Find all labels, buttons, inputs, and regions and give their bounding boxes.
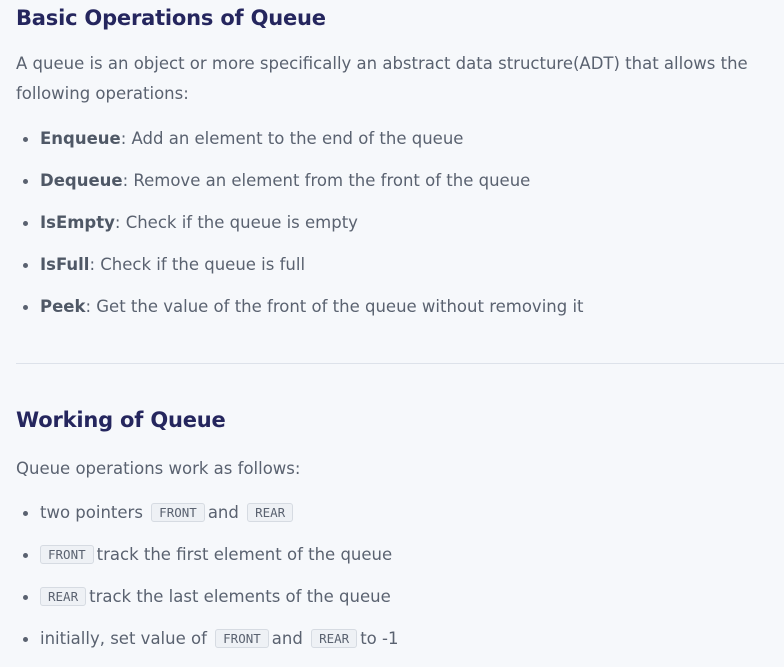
item-text: two pointers [40,503,143,522]
item-text: to -1 [360,629,399,648]
list-item-dequeue: Dequeue: Remove an element from the fron… [16,167,784,209]
section-divider [16,363,784,364]
code-front: FRONT [215,629,269,648]
list-item-rear: REAR track the last elements of the queue [16,583,784,625]
term: Dequeue [40,171,123,190]
code-front: FRONT [40,545,94,564]
item-text: initially, set value of [40,629,207,648]
term-description: : Get the value of the front of the queu… [85,297,584,316]
section-heading: Working of Queue [16,408,226,432]
code-front: FRONT [151,503,205,522]
list-item-isempty: IsEmpty: Check if the queue is empty [16,209,784,251]
list-item-isfull: IsFull: Check if the queue is full [16,251,784,293]
code-rear: REAR [247,503,294,522]
bullet-dot [23,595,28,600]
item-text: and [207,503,239,522]
term: IsEmpty [40,213,115,232]
term-description: : Check if the queue is full [89,255,306,274]
list-item-pointers: two pointers FRONT and REAR [16,499,784,541]
item-text: track the last elements of the queue [89,587,391,606]
section-heading: Basic Operations of Queue [16,6,326,30]
term-description: : Check if the queue is empty [114,213,358,232]
intro-paragraph: A queue is an object or more specificall… [16,54,748,103]
list-item-enqueue: Enqueue: Add an element to the end of th… [16,125,784,167]
bullet-dot [23,553,28,558]
term: Peek [40,297,86,316]
item-text: and [271,629,303,648]
bullet-dot [23,637,28,642]
term: Enqueue [40,129,121,148]
article-content: Basic Operations of Queue A queue is an … [0,0,784,661]
code-rear: REAR [40,587,87,606]
bullet-dot [23,179,28,184]
code-rear: REAR [311,629,358,648]
working-list: two pointers FRONT and REAR FRONT track th… [16,499,784,667]
working-of-queue-section: Working of Queue Queue operations work a… [16,402,784,667]
item-text: track the first element of the queue [96,545,393,564]
bullet-dot [23,511,28,516]
intro-paragraph: Queue operations work as follows: [16,459,301,478]
bullet-dot [23,137,28,142]
term-description: : Remove an element from the front of th… [122,171,531,190]
term: IsFull [40,255,90,274]
bullet-dot [23,221,28,226]
list-item-front: FRONT track the first element of the queu… [16,541,784,583]
bullet-dot [23,305,28,310]
operations-list: Enqueue: Add an element to the end of th… [16,125,784,335]
basic-operations-section: Basic Operations of Queue A queue is an … [16,0,784,335]
term-description: : Add an element to the end of the queue [120,129,464,148]
bullet-dot [23,263,28,268]
list-item-peek: Peek: Get the value of the front of the … [16,293,784,335]
